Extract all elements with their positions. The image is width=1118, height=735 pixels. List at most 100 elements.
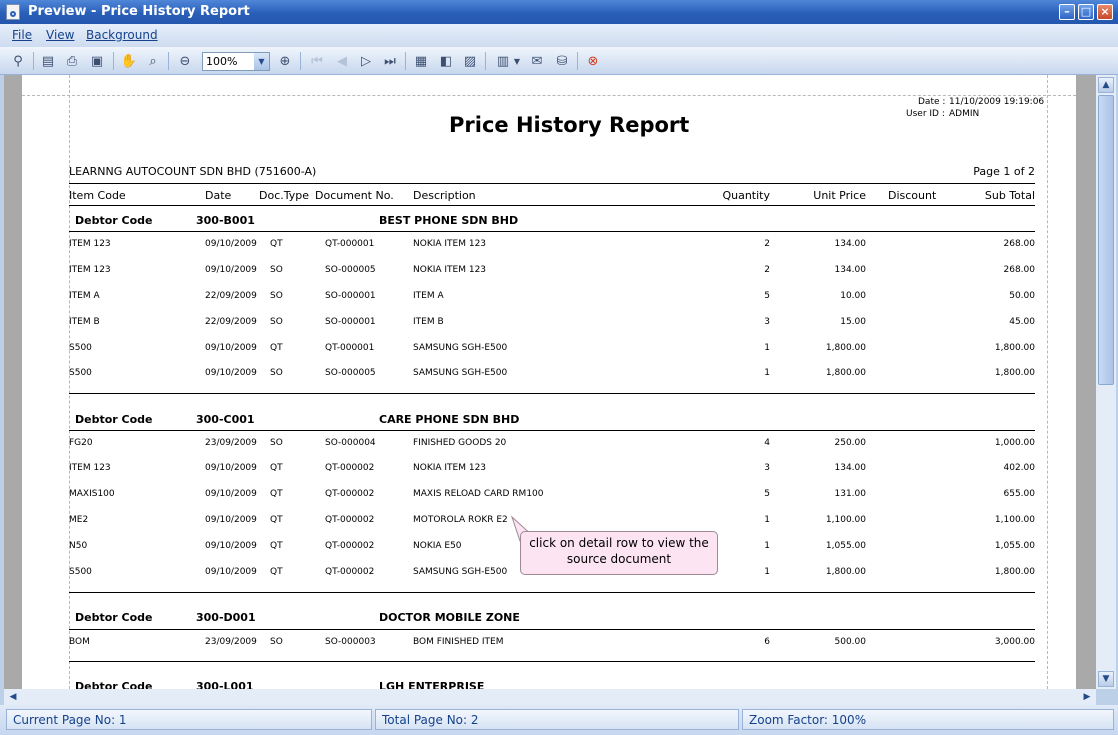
preview-viewport[interactable]: Date : 11/10/2009 19:19:06 User ID : ADM…: [4, 75, 1096, 689]
table-row[interactable]: ITEM A 22/09/2009 SO SO-000001 ITEM A 5 …: [22, 291, 1076, 305]
item-code: ITEM 123: [69, 463, 111, 473]
item-code: ME2: [69, 515, 89, 525]
find-icon[interactable]: ⚲: [9, 52, 27, 70]
date: 09/10/2009: [205, 265, 257, 275]
sub-total: 268.00: [1003, 265, 1036, 275]
window-title: Preview - Price History Report: [28, 4, 250, 19]
table-row[interactable]: ITEM B 22/09/2009 SO SO-000001 ITEM B 3 …: [22, 317, 1076, 331]
next-page-icon[interactable]: ▷: [357, 52, 375, 70]
unit-price: 10.00: [840, 291, 866, 301]
menu-file[interactable]: File: [12, 28, 32, 42]
col-quantity: Quantity: [722, 189, 770, 202]
doc-type: QT: [270, 343, 283, 353]
multiple-pages-icon[interactable]: ▦: [412, 52, 430, 70]
print-setup-icon[interactable]: ▤: [39, 52, 57, 70]
document-no: QT-000002: [325, 489, 375, 499]
quantity: 1: [764, 368, 770, 378]
hand-tool-icon[interactable]: ✋: [120, 52, 138, 70]
watermark-icon[interactable]: ▨: [461, 52, 479, 70]
quantity: 5: [764, 291, 770, 301]
col-document-no: Document No.: [315, 189, 394, 202]
unit-price: 1,800.00: [825, 343, 866, 353]
scroll-left-icon[interactable]: ◀: [6, 690, 20, 704]
doc-type: SO: [270, 291, 283, 301]
table-row[interactable]: MAXIS100 09/10/2009 QT QT-000002 MAXIS R…: [22, 489, 1076, 503]
quantity: 1: [764, 541, 770, 551]
export-icon[interactable]: ▥: [494, 52, 512, 70]
table-row[interactable]: ITEM 123 09/10/2009 QT QT-000001 NOKIA I…: [22, 239, 1076, 253]
document-no: QT-000002: [325, 515, 375, 525]
table-row[interactable]: ITEM 123 09/10/2009 QT QT-000002 NOKIA I…: [22, 463, 1076, 477]
item-code: ITEM 123: [69, 239, 111, 249]
col-sub-total: Sub Total: [984, 189, 1035, 202]
zoom-in-icon[interactable]: ⊕: [276, 52, 294, 70]
scroll-down-icon[interactable]: ▼: [1098, 671, 1114, 687]
date: 09/10/2009: [205, 463, 257, 473]
chevron-down-icon[interactable]: ▼: [254, 53, 269, 70]
previous-page-icon[interactable]: ◀: [333, 52, 351, 70]
report-title: Price History Report: [449, 113, 690, 137]
col-item-code: Item Code: [69, 189, 126, 202]
zoom-select[interactable]: 100% ▼: [202, 52, 270, 71]
magnifier-icon[interactable]: ⌕: [144, 52, 162, 70]
close-preview-icon[interactable]: ⊗: [584, 52, 602, 70]
export-dropdown-icon[interactable]: ▼: [512, 52, 522, 70]
quantity: 3: [764, 463, 770, 473]
col-description: Description: [413, 189, 476, 202]
description: NOKIA ITEM 123: [413, 265, 487, 275]
print-icon[interactable]: ⎙: [63, 52, 81, 70]
quantity: 6: [764, 637, 770, 647]
quantity: 1: [764, 343, 770, 353]
minimize-button[interactable]: –: [1059, 4, 1075, 20]
menu-view[interactable]: View: [46, 28, 74, 42]
send-icon[interactable]: ⛁: [553, 52, 571, 70]
unit-price: 1,800.00: [825, 368, 866, 378]
debtor-name: CARE PHONE SDN BHD: [379, 413, 520, 426]
doc-type: SO: [270, 265, 283, 275]
last-page-icon[interactable]: ⏭: [381, 52, 399, 70]
doc-type: QT: [270, 239, 283, 249]
first-page-icon[interactable]: ⏮: [308, 52, 326, 70]
item-code: MAXIS100: [69, 489, 115, 499]
unit-price: 500.00: [834, 637, 867, 647]
maximize-button[interactable]: □: [1078, 4, 1094, 20]
doc-type: SO: [270, 368, 283, 378]
email-icon[interactable]: ✉: [528, 52, 546, 70]
table-row[interactable]: ITEM 123 09/10/2009 SO SO-000005 NOKIA I…: [22, 265, 1076, 279]
scroll-up-icon[interactable]: ▲: [1098, 77, 1114, 93]
description: SAMSUNG SGH-E500: [413, 368, 508, 378]
item-code: S500: [69, 567, 92, 577]
title-bar: Preview - Price History Report – □ ×: [0, 0, 1118, 24]
document-no: QT-000001: [325, 343, 375, 353]
page-setup-icon[interactable]: ▣: [88, 52, 106, 70]
document-no: QT-000001: [325, 239, 375, 249]
doc-type: SO: [270, 438, 283, 448]
col-discount: Discount: [888, 189, 937, 202]
background-color-icon[interactable]: ◧: [437, 52, 455, 70]
date: 09/10/2009: [205, 368, 257, 378]
item-code: BOM: [69, 637, 90, 647]
menu-background[interactable]: Background: [86, 28, 158, 42]
debtor-name: BEST PHONE SDN BHD: [379, 214, 519, 227]
table-row[interactable]: S500 09/10/2009 SO SO-000005 SAMSUNG SGH…: [22, 368, 1076, 382]
sub-total: 268.00: [1003, 239, 1036, 249]
vertical-scrollbar[interactable]: ▲ ▼: [1096, 75, 1116, 689]
doc-type: SO: [270, 637, 283, 647]
table-row[interactable]: BOM 23/09/2009 SO SO-000003 BOM FINISHED…: [22, 637, 1076, 651]
debtor-code: 300-L001: [196, 680, 254, 689]
horizontal-scrollbar[interactable]: ◀ ▶: [4, 689, 1096, 705]
description: SAMSUNG SGH-E500: [413, 343, 508, 353]
close-button[interactable]: ×: [1097, 4, 1113, 20]
scroll-right-icon[interactable]: ▶: [1080, 690, 1094, 704]
zoom-out-icon[interactable]: ⊖: [176, 52, 194, 70]
table-row[interactable]: S500 09/10/2009 QT QT-000001 SAMSUNG SGH…: [22, 343, 1076, 357]
zoom-value: 100%: [206, 55, 238, 68]
minimize-icon: –: [1064, 5, 1070, 18]
total-page-status: Total Page No: 2: [375, 709, 739, 730]
scroll-thumb[interactable]: [1098, 95, 1114, 385]
date-label: Date :: [918, 97, 946, 107]
description: MAXIS RELOAD CARD RM100: [413, 489, 544, 499]
col-doc-type: Doc.Type: [259, 189, 310, 202]
table-row[interactable]: FG20 23/09/2009 SO SO-000004 FINISHED GO…: [22, 438, 1076, 452]
doc-type: QT: [270, 515, 283, 525]
